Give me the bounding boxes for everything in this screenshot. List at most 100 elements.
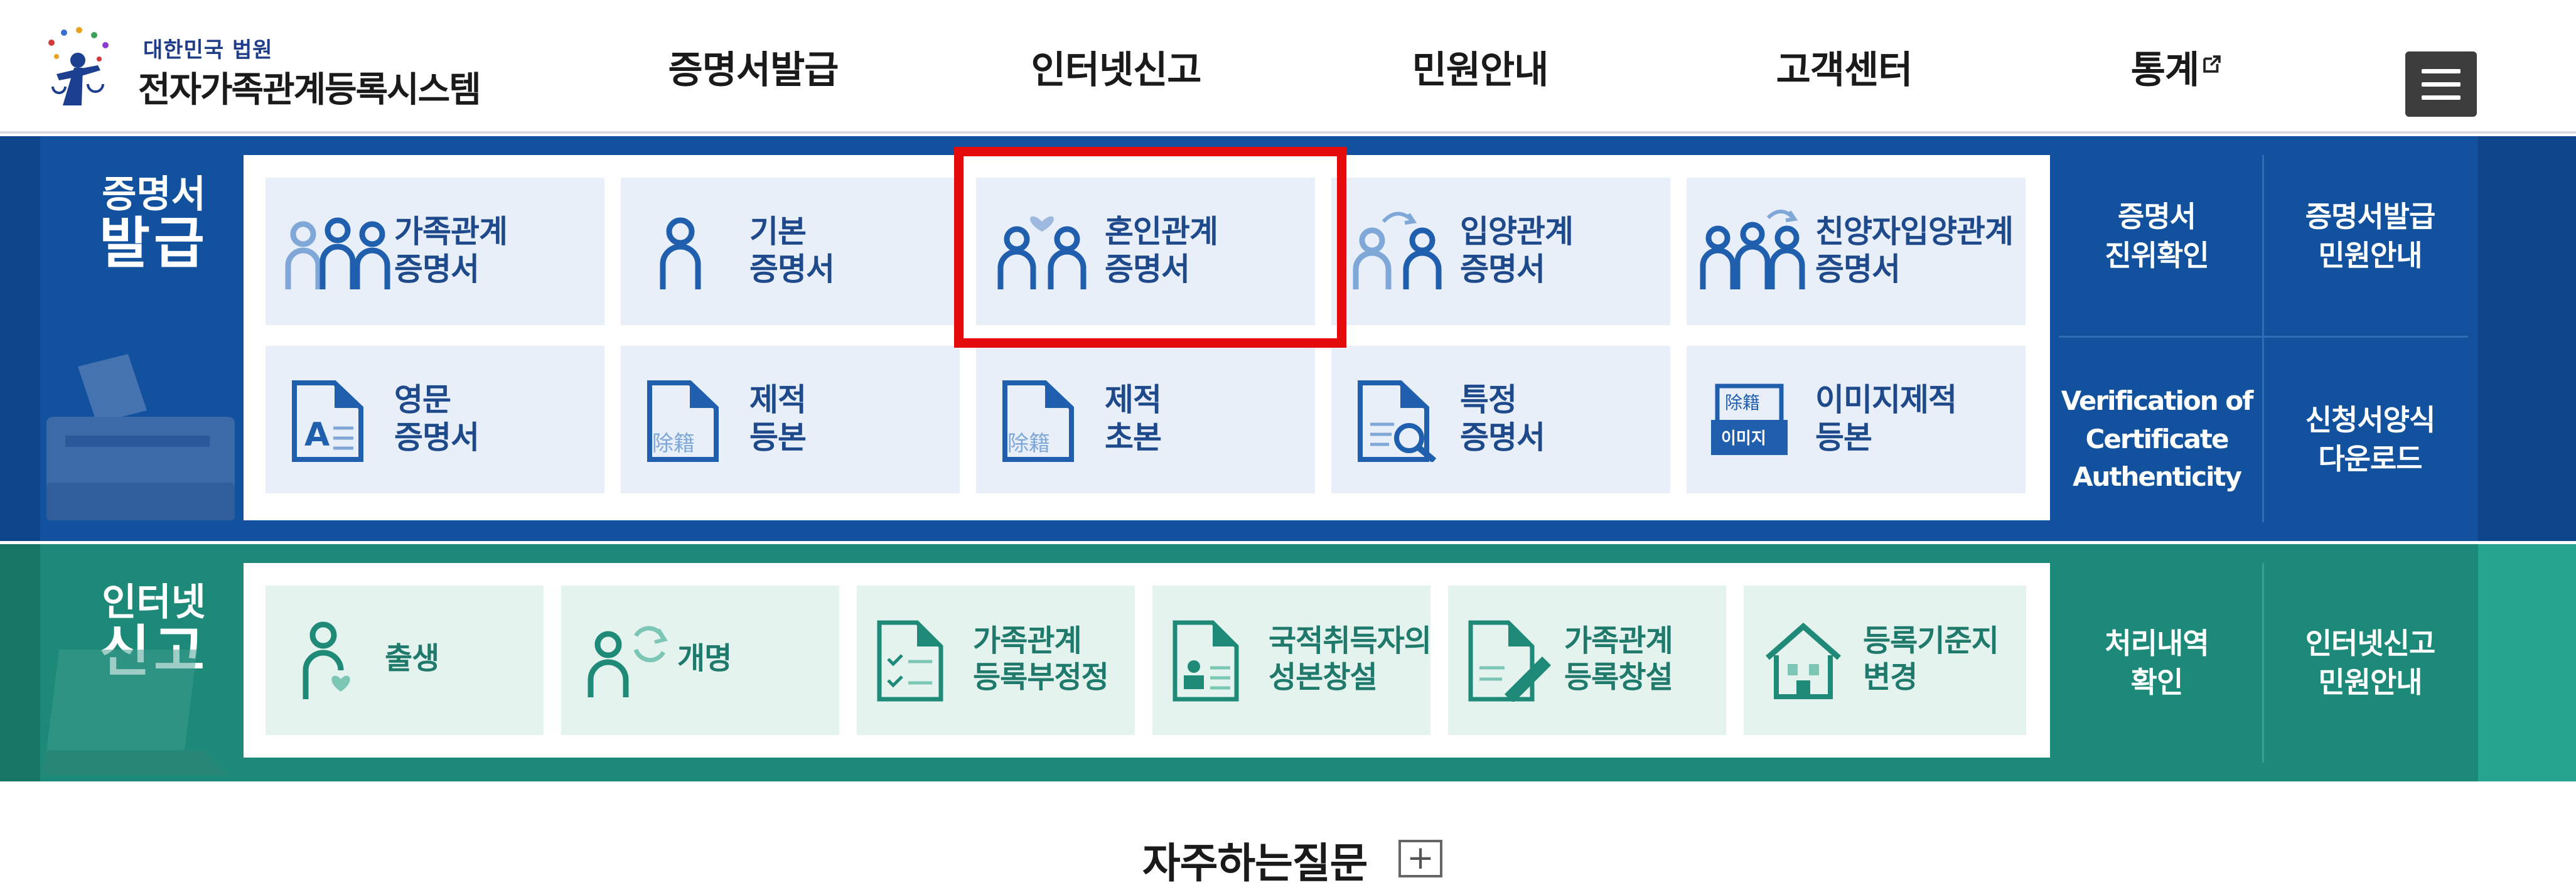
hamburger-icon (2422, 68, 2461, 73)
tile-label: 영문 증명서 (394, 382, 480, 456)
id-document-icon (1173, 620, 1239, 702)
divider (2262, 155, 2264, 522)
side-button-label: 처리내역 확인 (2105, 626, 2209, 699)
svg-text:除籍: 除籍 (652, 431, 695, 456)
svg-text:이미지: 이미지 (1721, 429, 1766, 448)
section-title-big: 발급 (99, 211, 208, 276)
internet-report-panel: 출생 개명 가족관계 등록부정정 국적취득자의 성본창설 가족관계 등록창설 등… (244, 563, 2050, 758)
divider (2059, 336, 2468, 338)
section-title-small: 증명서 (102, 173, 206, 217)
tile-naturalized-surname-creation[interactable]: 국적취득자의 성본창설 (1152, 586, 1432, 735)
side-button-label: 증명서 진위확인 (2105, 199, 2209, 272)
external-link-icon (2203, 55, 2221, 73)
image-document-icon: 除籍 이미지 (1711, 383, 1788, 455)
logo-title: 전자가족관계등록시스템 (138, 70, 481, 110)
tile-rename-report[interactable]: 개명 (561, 586, 839, 735)
nav-civil-guide[interactable]: 민원안내 (1355, 0, 1606, 134)
tile-label: 특정 증명서 (1460, 382, 1545, 456)
tile-label: 기본 증명서 (749, 213, 835, 287)
side-button-label: Verification of Certificate Authenticity (2061, 385, 2254, 493)
tile-register-correction[interactable]: 가족관계 등록부정정 (857, 586, 1135, 735)
tile-label: 출생 (385, 641, 439, 676)
tile-label: 입양관계 증명서 (1460, 213, 1574, 287)
verification-authenticity-button[interactable]: Verification of Certificate Authenticity (2050, 338, 2263, 541)
tile-label: 혼인관계 증명서 (1105, 213, 1218, 287)
tile-image-removed-register[interactable]: 除籍 이미지 이미지제적 등본 (1687, 346, 2026, 493)
tile-label: 이미지제적 등본 (1815, 382, 1957, 456)
divider (2262, 563, 2264, 763)
certificate-section-title: 증명서 발급 (63, 175, 245, 272)
tile-family-relation-certificate[interactable]: 가족관계 증명서 (266, 178, 604, 325)
svg-text:A: A (304, 416, 330, 454)
person-icon (660, 217, 701, 289)
tile-label: 등록기준지 변경 (1863, 623, 1999, 695)
side-button-label: 신청서양식 다운로드 (2305, 402, 2436, 476)
certificate-guide-button[interactable]: 증명서발급 민원안내 (2263, 136, 2477, 336)
tile-specific-certificate[interactable]: 특정 증명서 (1331, 346, 1670, 493)
tile-label: 친양자입양관계 증명서 (1815, 213, 2014, 287)
tile-label: 개명 (677, 641, 732, 676)
faq-expand-button[interactable]: + (1398, 840, 1442, 877)
section-title-small: 인터넷 (102, 581, 206, 625)
tile-label: 가족관계 증명서 (394, 213, 508, 287)
court-emblem-icon (48, 27, 109, 105)
band-edge (0, 544, 40, 781)
tile-label: 가족관계 등록창설 (1564, 623, 1673, 695)
tile-adoption-certificate[interactable]: 입양관계 증명서 (1331, 178, 1670, 325)
svg-text:除籍: 除籍 (1725, 392, 1760, 413)
tile-registration-base-change[interactable]: 등록기준지 변경 (1744, 586, 2026, 735)
rename-icon (588, 626, 668, 697)
document-search-icon (1358, 380, 1437, 462)
side-button-label: 증명서발급 민원안내 (2305, 199, 2436, 272)
nav-internet-report[interactable]: 인터넷신고 (990, 0, 1242, 134)
nav-label: 증명서발급 (668, 48, 839, 92)
nav-certificate[interactable]: 증명서발급 (628, 0, 879, 134)
certificate-panel: 가족관계 증명서 기본 증명서 혼인관계 증명서 입양관계 증명서 친양자입양관… (244, 155, 2050, 520)
certificate-verify-button[interactable]: 증명서 진위확인 (2050, 136, 2263, 336)
removal-document-icon: 除籍 (1002, 380, 1074, 462)
tile-label: 국적취득자의 성본창설 (1269, 623, 1432, 695)
nav-statistics[interactable]: 통계 (2070, 0, 2284, 134)
tile-birth-report[interactable]: 출생 (266, 586, 544, 735)
tile-marriage-certificate[interactable]: 혼인관계 증명서 (976, 178, 1315, 325)
tile-basic-certificate[interactable]: 기본 증명서 (621, 178, 960, 325)
internet-report-guide-button[interactable]: 인터넷신고 민원안내 (2263, 544, 2477, 781)
adoption-icon (1353, 212, 1442, 289)
tile-english-certificate[interactable]: A 영문 증명서 (266, 346, 604, 493)
faq-title: 자주하는질문 (1142, 839, 1368, 887)
menu-button[interactable] (2405, 51, 2477, 117)
tile-removed-register-copy[interactable]: 除籍 제적 등본 (621, 346, 960, 493)
form-download-button[interactable]: 신청서양식 다운로드 (2263, 338, 2477, 541)
site-logo[interactable]: 대한민국 법원 전자가족관계등록시스템 (38, 24, 481, 112)
printer-icon (46, 354, 235, 520)
family-icon (285, 217, 390, 289)
family-adoption-icon (1700, 210, 1805, 289)
internet-report-section: 인터넷 신고 출생 개명 (0, 544, 2576, 781)
checklist-document-icon (877, 620, 943, 702)
birth-icon (303, 621, 350, 699)
tile-label: 제적 초본 (1105, 382, 1162, 456)
couple-heart-icon (997, 216, 1087, 289)
processing-status-button[interactable]: 처리내역 확인 (2050, 544, 2263, 781)
nav-label: 통계 (2130, 48, 2199, 92)
band-edge (0, 136, 40, 541)
logo-subtitle: 대한민국 법원 (143, 38, 273, 63)
certificate-section: 증명서 발급 가족관계 증명서 기본 증명서 혼인관계 증명서 입양관계 증명서… (0, 136, 2576, 541)
side-button-label: 인터넷신고 민원안내 (2305, 626, 2436, 699)
nav-label: 고객센터 (1776, 48, 1913, 92)
removal-document-icon: 除籍 (647, 380, 719, 462)
hamburger-line (2422, 82, 2461, 87)
tile-full-adoption-certificate[interactable]: 친양자입양관계 증명서 (1687, 178, 2026, 325)
band-edge (2478, 544, 2576, 781)
laptop-icon (40, 650, 228, 775)
nav-customer-center[interactable]: 고객센터 (1719, 0, 1970, 134)
svg-text:除籍: 除籍 (1007, 431, 1050, 456)
tile-register-creation[interactable]: 가족관계 등록창설 (1448, 586, 1726, 735)
nav-label: 민원안내 (1412, 48, 1549, 92)
tile-removed-register-extract[interactable]: 除籍 제적 초본 (976, 346, 1315, 493)
site-header: 대한민국 법원 전자가족관계등록시스템 증명서발급 인터넷신고 민원안내 고객센… (0, 0, 2576, 134)
tile-label: 제적 등본 (749, 382, 807, 456)
document-pen-icon (1468, 620, 1551, 702)
english-document-icon: A (292, 380, 363, 462)
tile-label: 가족관계 등록부정정 (973, 623, 1109, 695)
